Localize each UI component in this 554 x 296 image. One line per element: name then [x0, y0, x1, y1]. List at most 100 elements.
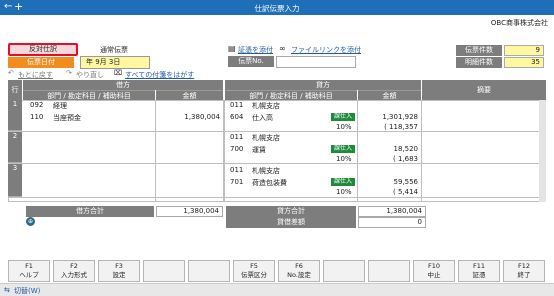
row-number: 3	[8, 164, 22, 197]
detail-count-value: 35	[504, 57, 544, 68]
function-key-code: F12	[517, 262, 530, 270]
credit-account-header: 部門 / 勘定科目 / 補助科目	[225, 90, 357, 100]
slip-no-input[interactable]	[276, 56, 356, 68]
undo-icon: ↶	[8, 69, 14, 77]
undo-link[interactable]: もとに戻す	[18, 70, 53, 80]
row-number: 1	[8, 100, 22, 131]
window-title: 仕訳伝票入力	[254, 4, 300, 13]
credit-dept-code: 011	[230, 166, 244, 174]
function-key-empty[interactable]	[323, 260, 365, 282]
link-icon: ∞	[279, 44, 286, 53]
slip-no-label: 伝票No.	[228, 56, 274, 67]
document-icon: ▤	[228, 44, 236, 53]
tax-category-badge: 課仕入	[331, 145, 356, 153]
function-key-code: F2	[70, 262, 78, 270]
credit-account-code: 701	[230, 178, 244, 186]
remove-attachments-link[interactable]: すべての付箋をはがす	[125, 70, 194, 80]
credit-header: 貸方	[225, 80, 421, 90]
date-label: 伝票日付	[8, 57, 74, 68]
tax-rate: 10%	[336, 155, 352, 163]
credit-account-code: 700	[230, 145, 244, 153]
date-input[interactable]: 年 9月 3日	[80, 56, 150, 69]
attach-file-link[interactable]: ファイルリンクを添付	[291, 45, 361, 55]
status-bar: ⇆ 切替(W)	[0, 283, 554, 296]
redo-link[interactable]: やり直し	[76, 70, 104, 80]
function-key-empty[interactable]	[188, 260, 230, 282]
debit-dept-name: 経理	[53, 102, 67, 110]
debit-amount-header: 金額	[156, 90, 223, 100]
function-key-label: 入力形式	[61, 271, 87, 279]
function-key-f6[interactable]: F6 No.設定	[278, 260, 320, 282]
function-key-code: F1	[25, 262, 33, 270]
tax-category-badge: 課仕入	[331, 178, 356, 186]
credit-account-name: 仕入高	[252, 114, 273, 122]
tax-category-badge: 課仕入	[331, 113, 356, 121]
tax-rate: 10%	[336, 123, 352, 131]
navigator-icon[interactable]: ⊕	[26, 217, 35, 226]
credit-dept-name: 札幌支店	[252, 167, 280, 175]
function-key-f1[interactable]: F1 ヘルプ	[8, 260, 50, 282]
attach-voucher-link[interactable]: 証憑を添付	[238, 45, 273, 55]
credit-dept-code: 011	[230, 101, 244, 109]
function-key-label: 証憑	[472, 271, 486, 279]
credit-total-label: 貸方合計	[226, 206, 356, 217]
switch-icon: ⇆	[4, 286, 10, 294]
detail-count-label: 明細件数	[456, 57, 502, 68]
sticky-note-icon: ⌧	[114, 69, 123, 77]
function-key-f12[interactable]: F12 終了	[503, 260, 545, 282]
function-key-f10[interactable]: F10 中止	[413, 260, 455, 282]
function-key-code: F5	[250, 262, 258, 270]
debit-total-label: 借方合計	[26, 206, 154, 217]
credit-amount-header: 金額	[358, 90, 421, 100]
credit-account-name: 荷造包装費	[252, 179, 287, 187]
credit-account-code: 604	[230, 113, 244, 121]
function-key-label: 終了	[517, 271, 531, 279]
tax-amount: ( 5,414	[393, 188, 418, 196]
row-number: 2	[8, 132, 22, 163]
slip-count-label: 伝票件数	[456, 45, 502, 56]
slip-count-value: 9	[504, 45, 544, 56]
debit-amount[interactable]: 1,380,004	[156, 113, 220, 121]
function-key-f5[interactable]: F5 伝票区分	[233, 260, 275, 282]
debit-account-code: 110	[30, 113, 44, 121]
function-key-code: F11	[472, 262, 485, 270]
debit-dept-code: 092	[30, 101, 44, 109]
function-key-code: F3	[115, 262, 123, 270]
summary-header: 摘要	[422, 80, 546, 100]
debit-total-value: 1,380,004	[156, 206, 223, 217]
debit-account-name: 当座預金	[53, 114, 81, 122]
switch-button[interactable]: 切替(W)	[14, 286, 40, 296]
credit-dept-code: 011	[230, 133, 244, 141]
credit-amount[interactable]: 59,556	[358, 178, 419, 186]
credit-dept-name: 札幌支店	[252, 134, 280, 142]
slip-type-label: 通常伝票	[100, 46, 128, 54]
title-bar: ← + 仕訳伝票入力	[0, 0, 554, 15]
function-key-code: F6	[295, 262, 303, 270]
diff-value: 0	[358, 217, 426, 228]
function-key-f3[interactable]: F3 設定	[98, 260, 140, 282]
function-key-label: 伝票区分	[241, 271, 267, 279]
function-key-label: 設定	[112, 271, 126, 279]
tax-amount: ( 1,683	[393, 155, 418, 163]
function-key-label: ヘルプ	[19, 271, 39, 279]
diff-label: 貸借差額	[226, 217, 356, 228]
tax-amount: ( 118,357	[384, 123, 418, 131]
function-key-label: No.設定	[287, 271, 311, 279]
function-key-label: 中止	[427, 271, 441, 279]
debit-account-header: 部門 / 勘定科目 / 補助科目	[23, 90, 155, 100]
row-number-header: 行	[8, 80, 22, 100]
function-key-f11[interactable]: F11 証憑	[458, 260, 500, 282]
credit-dept-name: 札幌支店	[252, 102, 280, 110]
company-name: OBC商事株式会社	[490, 19, 548, 27]
function-key-empty[interactable]	[143, 260, 185, 282]
credit-amount[interactable]: 18,520	[358, 145, 419, 153]
credit-amount[interactable]: 1,301,928	[358, 113, 418, 121]
reverse-entry-button[interactable]: 反対仕訳	[8, 43, 78, 56]
function-key-empty[interactable]	[368, 260, 410, 282]
credit-account-name: 運賃	[252, 146, 266, 154]
vertical-scrollbar[interactable]	[539, 100, 546, 202]
function-key-code: F10	[427, 262, 440, 270]
tax-rate: 10%	[336, 188, 352, 196]
function-key-f2[interactable]: F2 入力形式	[53, 260, 95, 282]
redo-icon: ↷	[66, 69, 72, 77]
